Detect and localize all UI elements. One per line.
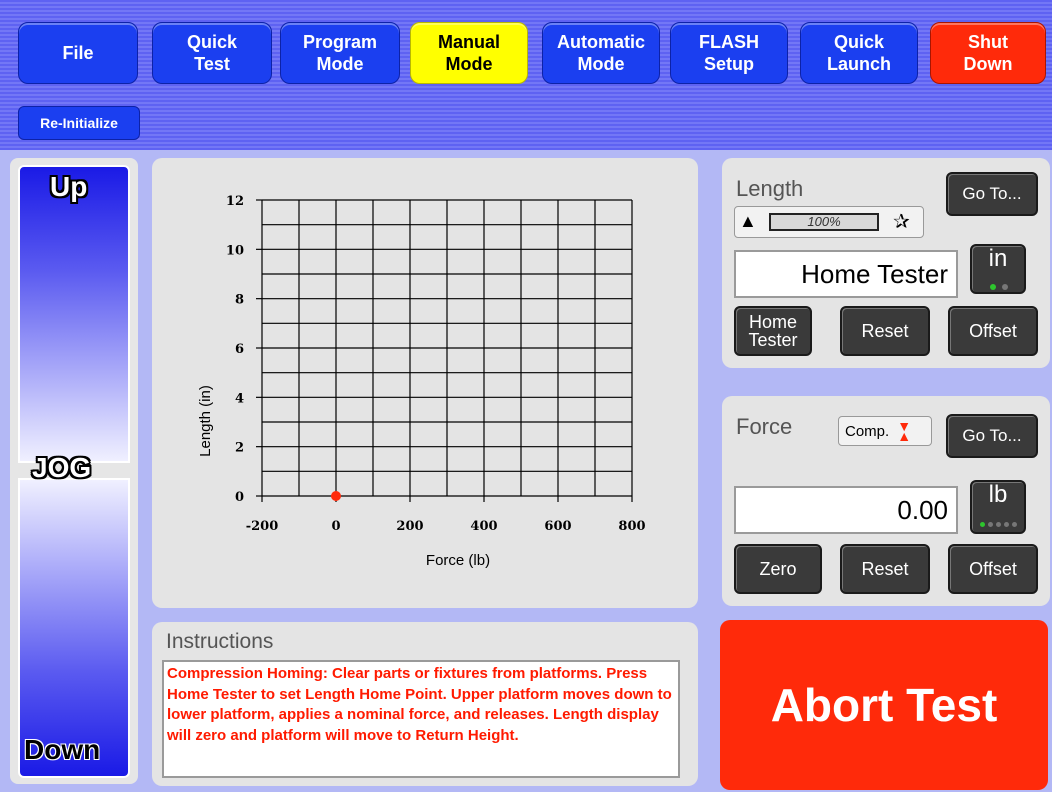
abort-test-button[interactable]: Abort Test <box>720 620 1048 790</box>
force-mode-selector[interactable]: Comp. ▼ ▲ <box>838 416 932 446</box>
home-tester-button[interactable]: Home Tester <box>734 306 812 356</box>
y-tick-labels: 0 2 4 6 8 10 12 <box>226 194 262 505</box>
instructions-text: Compression Homing: Clear parts or fixtu… <box>162 660 680 778</box>
force-mode-label: Comp. <box>845 422 890 440</box>
flash-setup-button[interactable]: FLASH Setup <box>670 22 788 84</box>
y-tick-label: 6 <box>235 342 244 357</box>
compression-arrows-icon: ▼ ▲ <box>897 418 912 444</box>
file-button[interactable]: File <box>18 22 138 84</box>
y-tick-label: 0 <box>235 490 244 505</box>
instructions-title: Instructions <box>166 630 274 653</box>
program-mode-button[interactable]: Program Mode <box>280 22 400 84</box>
unit-indicator-dot <box>990 284 996 290</box>
unit-indicator-dot <box>980 522 985 527</box>
x-tick-label: 0 <box>331 519 340 534</box>
unit-indicator-dot <box>996 522 1001 527</box>
y-tick-label: 2 <box>235 441 244 456</box>
force-label: Force <box>736 414 793 439</box>
jog-up-button[interactable]: Up <box>18 165 130 463</box>
force-goto-button[interactable]: Go To... <box>946 414 1038 458</box>
manual-mode-button[interactable]: Manual Mode <box>410 22 528 84</box>
force-unit-label: lb <box>988 481 1008 508</box>
unit-indicator-dot <box>1002 284 1008 290</box>
y-tick-label: 10 <box>226 243 244 258</box>
y-tick-label: 12 <box>226 194 244 209</box>
jog-up-label: Up <box>50 171 88 202</box>
length-goto-button[interactable]: Go To... <box>946 172 1038 216</box>
x-tick-label: 600 <box>544 519 571 534</box>
shut-down-button[interactable]: Shut Down <box>930 22 1046 84</box>
force-length-chart: -200 0 200 400 600 800 024681012 Force (lb) L… <box>197 194 646 569</box>
length-unit-label: in <box>988 245 1008 272</box>
force-offset-button[interactable]: Offset <box>948 544 1038 594</box>
unit-indicator-dot <box>1012 522 1017 527</box>
automatic-mode-button[interactable]: Automatic Mode <box>542 22 660 84</box>
length-speed-slider[interactable]: ▲ 100% ✰ <box>734 206 924 238</box>
x-tick-label: -200 <box>246 519 279 534</box>
length-unit-button[interactable]: in <box>970 244 1026 294</box>
force-display: 0.00 <box>734 486 958 534</box>
length-panel: Length Go To... ▲ 100% ✰ Home Tester in … <box>722 158 1050 368</box>
data-point <box>331 491 341 501</box>
length-offset-button[interactable]: Offset <box>948 306 1038 356</box>
jog-down-label: Down <box>24 734 101 765</box>
unit-indicator-dot <box>988 522 993 527</box>
y-axis-label: Length (in) <box>197 385 214 457</box>
y-tick-label: 4 <box>235 391 244 406</box>
quick-test-button[interactable]: Quick Test <box>152 22 272 84</box>
data-points <box>331 491 341 501</box>
jog-label: JOG <box>32 452 92 483</box>
length-label: Length <box>736 176 804 201</box>
chart-grid <box>261 199 633 497</box>
turtle-icon: ▲ <box>739 211 757 231</box>
x-tick-label: 800 <box>618 519 645 534</box>
chart-panel: -200 0 200 400 600 800 0 2 4 6 8 10 12 Force (lb) L… <box>152 158 698 608</box>
force-zero-button[interactable]: Zero <box>734 544 822 594</box>
force-unit-button[interactable]: lb <box>970 480 1026 534</box>
x-axis-label: Force (lb) <box>426 552 490 569</box>
y-tick-label: 8 <box>235 293 244 308</box>
force-reset-button[interactable]: Reset <box>840 544 930 594</box>
x-tick-label: 400 <box>470 519 497 534</box>
quick-launch-button[interactable]: Quick Launch <box>800 22 918 84</box>
length-reset-button[interactable]: Reset <box>840 306 930 356</box>
x-tick-label: 200 <box>396 519 423 534</box>
force-panel: Force Comp. ▼ ▲ Go To... 0.00 lb Zero Res… <box>722 396 1050 606</box>
unit-indicator-dot <box>1004 522 1009 527</box>
rabbit-icon: ✰ <box>893 211 910 233</box>
jog-down-button[interactable]: Down <box>18 478 130 778</box>
length-display: Home Tester <box>734 250 958 298</box>
length-speed-value: 100% <box>769 213 879 231</box>
reinitialize-button[interactable]: Re-Initialize <box>18 106 140 140</box>
x-tick-labels: -200 0 200 400 600 800 <box>246 496 646 534</box>
